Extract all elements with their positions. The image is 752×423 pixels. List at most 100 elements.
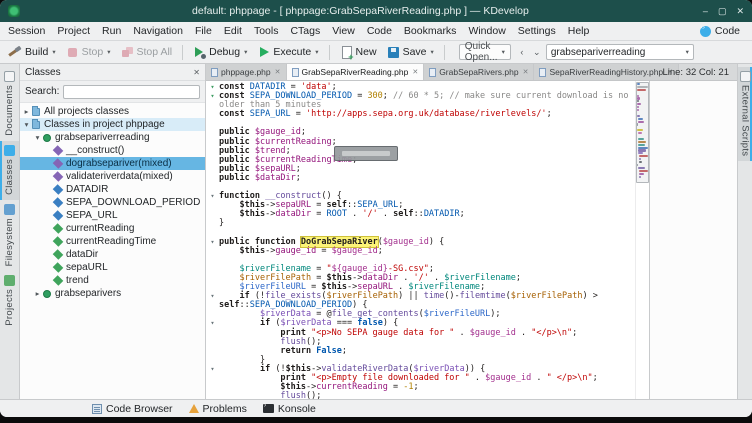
toolbar-build-button[interactable]: Build▾: [5, 44, 60, 61]
fold-marker[interactable]: ▾: [206, 192, 219, 201]
menu-project[interactable]: Project: [51, 22, 96, 40]
toolbar-debug-button[interactable]: Debug▾: [189, 44, 251, 61]
tree-item-grabsepariverreading[interactable]: ▾grabsepariverreading: [20, 131, 205, 144]
tab-close-icon[interactable]: ✕: [523, 68, 529, 76]
tree-item-grabseparivers[interactable]: ▸grabseparivers: [20, 287, 205, 300]
konsole-button[interactable]: Konsole: [257, 402, 322, 416]
fold-marker[interactable]: ▾: [206, 92, 219, 110]
tree-item-sepaurl[interactable]: sepaURL: [20, 261, 205, 274]
titlebar[interactable]: default: phppage - [ phppage:GrabSepaRiv…: [0, 0, 752, 22]
tree-item-sepa-url[interactable]: SEPA_URL: [20, 209, 205, 222]
minimize-icon[interactable]: –: [703, 5, 708, 17]
menu-help[interactable]: Help: [562, 22, 596, 40]
code-token: $this: [239, 246, 265, 256]
fold-marker[interactable]: ▾: [206, 319, 219, 328]
maximize-icon[interactable]: ▢: [718, 5, 727, 17]
tree-item-classes-in-project-phppage[interactable]: ▾Classes in project phppage: [20, 118, 205, 131]
tree-item-trend[interactable]: trend: [20, 274, 205, 287]
dock-tab-filesystem[interactable]: Filesystem: [0, 200, 19, 271]
tree-item-datadir[interactable]: dataDir: [20, 248, 205, 261]
tree-item-construct[interactable]: __construct(): [20, 144, 205, 157]
dock-tab-documents[interactable]: Documents: [0, 67, 19, 141]
area-switcher-code[interactable]: Code: [690, 25, 750, 37]
tab-grabseparivers-php[interactable]: GrabSepaRivers.php✕: [424, 64, 534, 80]
expander-icon[interactable]: ▾: [33, 133, 42, 142]
toolbar-button-label: Debug: [209, 46, 240, 58]
toolbar-stop-all-button[interactable]: Stop All: [117, 44, 177, 61]
expander-icon[interactable]: ▸: [33, 289, 42, 298]
tree-item-currentreading[interactable]: currentReading: [20, 222, 205, 235]
code-token: ();: [306, 391, 321, 399]
documents-icon: [4, 71, 15, 82]
fold-marker: [206, 392, 219, 399]
classes-search-row: Search:: [20, 81, 205, 103]
code-browser-button[interactable]: Code Browser: [86, 402, 179, 416]
search-input[interactable]: [547, 47, 685, 58]
menu-ctags[interactable]: CTags: [284, 22, 326, 40]
kdevelop-app-icon: [8, 5, 20, 17]
toolbar-separator: [329, 45, 330, 60]
code-token: "</p>\n": [531, 328, 572, 338]
panel-close-icon[interactable]: ✕: [193, 68, 200, 77]
tree-item-sepa-download-period[interactable]: SEPA_DOWNLOAD_PERIOD: [20, 196, 205, 209]
tree-item-validateriverdata-mixed[interactable]: validateriverdata(mixed): [20, 170, 205, 183]
fold-marker[interactable]: ▾: [206, 83, 219, 92]
tree-item-label: dograbsepariver(mixed): [66, 158, 172, 169]
expander-icon[interactable]: ▾: [22, 120, 31, 129]
minimap-scrollbar[interactable]: [635, 81, 649, 399]
code-token: $gauge_id: [332, 246, 378, 256]
menu-file[interactable]: File: [189, 22, 218, 40]
tree-item-all-projects-classes[interactable]: ▸All projects classes: [20, 105, 205, 118]
menu-tools[interactable]: Tools: [248, 22, 285, 40]
tree-item-datadir[interactable]: DATADIR: [20, 183, 205, 196]
expander-icon[interactable]: ▸: [22, 107, 31, 116]
close-icon[interactable]: ✕: [736, 5, 744, 17]
minimap-view-rect[interactable]: [636, 82, 649, 183]
toolbar-execute-button[interactable]: Execute▾: [253, 44, 322, 61]
code-token: DATADIR: [424, 209, 460, 219]
toolbar-stop-button[interactable]: Stop▾: [62, 44, 115, 61]
toolbar-new-button[interactable]: New: [336, 44, 381, 61]
search-nav-button-0[interactable]: ‹: [515, 45, 529, 60]
fold-marker: [206, 201, 219, 210]
search-combobox[interactable]: ▾: [546, 44, 694, 60]
chevron-down-icon: ▾: [107, 48, 110, 56]
tree-item-dograbsepariver-mixed[interactable]: dograbsepariver(mixed): [20, 157, 205, 170]
menu-view[interactable]: View: [326, 22, 361, 40]
tree-item-currentreadingtime[interactable]: currentReadingTime: [20, 235, 205, 248]
menu-window[interactable]: Window: [462, 22, 511, 40]
code-editor[interactable]: ▾const DATADIR = 'data';▾const SEPA_DOWN…: [206, 81, 649, 399]
menu-settings[interactable]: Settings: [512, 22, 562, 40]
tab-phppage-php[interactable]: phppage.php✕: [206, 64, 287, 80]
tab-grabsepariverreading-php[interactable]: GrabSepaRiverReading.php✕: [287, 64, 425, 80]
menu-code[interactable]: Code: [361, 22, 398, 40]
code-token: ;: [593, 373, 598, 383]
search-nav-button-1[interactable]: ⌄: [530, 45, 544, 60]
quick-open-button[interactable]: Quick Open... ▾: [459, 44, 511, 60]
menu-run[interactable]: Run: [96, 22, 127, 40]
dock-tab-external-scripts[interactable]: External Scripts: [738, 67, 752, 161]
menu-session[interactable]: Session: [2, 22, 51, 40]
code-area[interactable]: ▾const DATADIR = 'data';▾const SEPA_DOWN…: [206, 81, 635, 399]
editor-tabbar: phppage.php✕GrabSepaRiverReading.php✕Gra…: [206, 64, 737, 81]
menu-edit[interactable]: Edit: [218, 22, 248, 40]
code-token: .: [531, 373, 546, 383]
dock-tab-projects[interactable]: Projects: [0, 271, 19, 331]
code-token: self: [393, 209, 413, 219]
tab-close-icon[interactable]: ✕: [275, 68, 281, 76]
menu-bookmarks[interactable]: Bookmarks: [398, 22, 463, 40]
statusbar-button-label: Konsole: [278, 403, 316, 415]
fold-marker[interactable]: ▾: [206, 292, 219, 310]
toolbar-save-button[interactable]: Save▾: [383, 44, 438, 61]
fold-marker[interactable]: ▾: [206, 238, 219, 247]
dock-tab-classes[interactable]: Classes: [0, 141, 19, 200]
fold-marker: [206, 165, 219, 174]
problems-button[interactable]: Problems: [183, 402, 253, 416]
chevron-down-icon[interactable]: ▾: [686, 48, 693, 56]
classes-search-input[interactable]: [63, 85, 200, 99]
tab-close-icon[interactable]: ✕: [412, 68, 418, 76]
code-text: const SEPA_URL = 'http://apps.sepa.org.u…: [219, 110, 635, 119]
fold-marker[interactable]: ▾: [206, 365, 219, 374]
tab-separiverreadinghistory-php[interactable]: SepaRiverReadingHistory.php✕: [534, 64, 679, 80]
menu-navigation[interactable]: Navigation: [127, 22, 189, 40]
